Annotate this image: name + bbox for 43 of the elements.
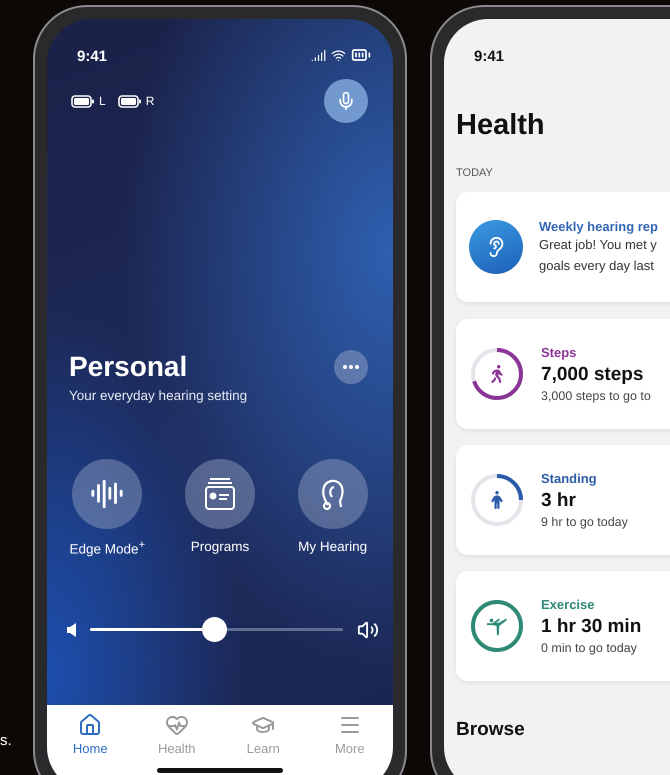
slider-thumb[interactable]: [202, 617, 227, 642]
program-subtitle: Your everyday hearing setting: [68, 388, 248, 405]
section-heading: Browse: [456, 719, 526, 741]
activity-label: Steps: [541, 345, 578, 360]
card-text: Great job! You met y: [539, 236, 658, 254]
tab[interactable]: Home: [55, 713, 126, 756]
activity-value: 3 hr: [541, 490, 577, 512]
waveform-icon: [90, 477, 124, 511]
home-icon: [78, 713, 102, 737]
activity-label: Exercise: [541, 597, 596, 612]
hearing-aid-side: L: [99, 94, 106, 108]
activity-label: Standing: [541, 471, 598, 486]
volume-low-icon: [67, 622, 76, 636]
card-title: Weekly hearing rep: [539, 218, 658, 234]
signal-icon: [311, 48, 326, 62]
action-button[interactable]: My Hearing: [278, 459, 388, 556]
program-title: Personal: [69, 351, 188, 383]
battery-icon: [118, 94, 142, 108]
activity-note: 0 min to go today: [541, 641, 638, 655]
caption-text: s.: [0, 732, 12, 749]
activity-card[interactable]: Standing 3 hr 9 hr to go today: [456, 445, 670, 555]
volume-slider[interactable]: [90, 617, 343, 642]
activity-note: 3,000 steps to go to: [541, 389, 651, 403]
battery-icon: [71, 94, 95, 108]
card-text: goals every day last: [539, 256, 655, 275]
activity-value: 1 hr 30 min: [541, 616, 642, 638]
status-time: 9:41: [474, 48, 504, 65]
activity-card[interactable]: Steps 7,000 steps 3,000 steps to go to: [456, 319, 670, 429]
activity-card[interactable]: Exercise 1 hr 30 min 0 min to go today: [456, 571, 670, 681]
more-options-button[interactable]: [334, 350, 368, 384]
status-time: 9:41: [77, 48, 108, 65]
activity-value: 7,000 steps: [541, 364, 644, 386]
report-card[interactable]: Weekly hearing rep Great job! You met y goals every day last: [456, 192, 670, 302]
heart-pulse-icon: [164, 713, 189, 737]
action-button[interactable]: Programs: [164, 459, 275, 556]
wifi-icon: [331, 48, 346, 62]
section-label: TODAY: [456, 167, 494, 181]
page-title: Health: [456, 108, 546, 142]
action-button[interactable]: Edge Mode$^{+}$: [52, 459, 162, 556]
hearing-aid-side: R: [146, 94, 154, 108]
microphone-button[interactable]: [324, 79, 368, 123]
more-icon: [343, 365, 359, 369]
activity-note: 9 hr to go today: [541, 515, 628, 529]
